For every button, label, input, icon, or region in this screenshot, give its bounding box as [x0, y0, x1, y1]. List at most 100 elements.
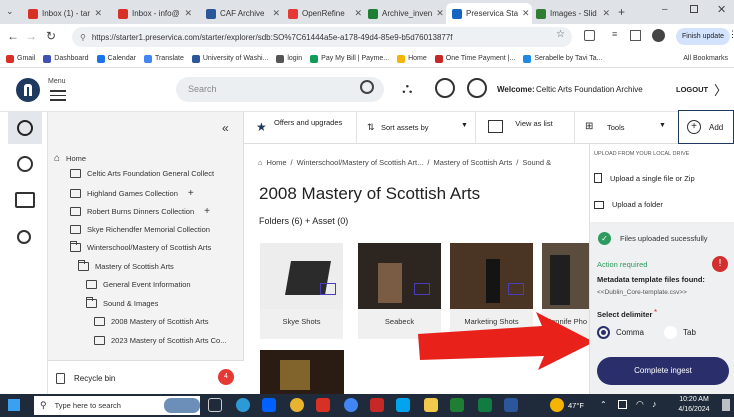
- preservation-icon[interactable]: [17, 156, 33, 172]
- browser-tab[interactable]: Images - Slid ✕: [530, 3, 616, 24]
- notifications-icon[interactable]: [435, 78, 455, 98]
- bookmark-item[interactable]: Translate: [143, 54, 184, 63]
- excel-icon[interactable]: [450, 398, 464, 412]
- bookmark-item[interactable]: login: [276, 54, 302, 63]
- breadcrumb-winterschool[interactable]: Winterschool/Mastery of Scottish Art...: [297, 158, 424, 167]
- folder-tile[interactable]: Skye Shots: [260, 243, 343, 339]
- bookmark-star-icon[interactable]: ☆: [556, 29, 565, 40]
- logout-link[interactable]: LOGOUT: [676, 85, 708, 94]
- tree-item[interactable]: Skye Richendfer Memorial Collection: [70, 224, 210, 234]
- monitor-icon[interactable]: [15, 192, 35, 208]
- upload-single-file-button[interactable]: Upload a single file or Zip: [594, 173, 695, 183]
- users-network-icon[interactable]: ⛬: [402, 80, 413, 97]
- edge-icon[interactable]: [236, 398, 250, 412]
- tree-item[interactable]: Mastery of Scottish Arts: [78, 259, 174, 271]
- all-bookmarks-button[interactable]: All Bookmarks: [683, 55, 734, 62]
- window-close-button[interactable]: ✕: [717, 3, 726, 16]
- extension-icon[interactable]: [584, 30, 595, 41]
- search-bar[interactable]: Search: [176, 77, 384, 102]
- folder-tile-partial[interactable]: [260, 350, 344, 394]
- minimize-button[interactable]: –: [662, 4, 668, 15]
- browser-tab[interactable]: Archive_inven ✕: [362, 3, 448, 24]
- search-icon[interactable]: [360, 80, 374, 94]
- collapse-panel-icon[interactable]: «: [222, 121, 229, 135]
- chrome-profile-icon[interactable]: [344, 398, 358, 412]
- url-field[interactable]: ⚲ https://starter1.preservica.com/starte…: [72, 27, 572, 47]
- preservica-logo-icon[interactable]: [16, 78, 40, 102]
- tree-item[interactable]: Sound & Images: [86, 296, 158, 308]
- volume-icon[interactable]: ♪: [652, 399, 657, 409]
- tree-item[interactable]: Celtic Arts Foundation General Collect: [70, 169, 214, 178]
- tray-chevron-icon[interactable]: ⌃: [600, 400, 607, 409]
- delimiter-comma-radio[interactable]: Comma: [597, 326, 644, 339]
- browser-tab[interactable]: Inbox (1) - tar ✕: [22, 3, 108, 24]
- dropbox-icon[interactable]: [262, 398, 276, 412]
- expand-plus-icon[interactable]: +: [188, 188, 194, 199]
- word-icon[interactable]: [504, 398, 518, 412]
- back-icon[interactable]: ←: [4, 29, 22, 43]
- logout-chevron-icon[interactable]: 〉: [714, 80, 727, 99]
- weather-icon[interactable]: [550, 398, 564, 412]
- upload-folder-button[interactable]: Upload a folder: [594, 200, 663, 209]
- expand-plus-icon[interactable]: +: [204, 206, 210, 217]
- view-as-list-button[interactable]: View as list: [484, 116, 564, 140]
- reading-list-icon[interactable]: ≡: [612, 29, 617, 39]
- browser-tab[interactable]: OpenRefine ✕: [282, 3, 368, 24]
- tab-close-icon[interactable]: ✕: [436, 8, 444, 19]
- user-avatar-icon[interactable]: [467, 78, 487, 98]
- tab-close-icon[interactable]: ✕: [272, 8, 280, 19]
- task-view-icon[interactable]: [208, 398, 222, 412]
- tab-list-chevron-icon[interactable]: ⌄: [6, 6, 14, 17]
- explorer-rail-button[interactable]: [8, 112, 42, 144]
- browser-tab[interactable]: CAF Archive ✕: [200, 3, 286, 24]
- forward-icon[interactable]: →: [22, 29, 40, 43]
- tab-close-icon[interactable]: ✕: [354, 8, 362, 19]
- chrome-icon[interactable]: [290, 398, 304, 412]
- notification-icon[interactable]: [722, 399, 730, 411]
- tab-close-icon[interactable]: ✕: [184, 8, 192, 19]
- maximize-button[interactable]: [690, 5, 698, 13]
- excel-file-icon[interactable]: [478, 398, 492, 412]
- tab-close-icon[interactable]: ✕: [602, 8, 610, 19]
- breadcrumb-mastery[interactable]: Mastery of Scottish Arts: [433, 158, 512, 167]
- bookmark-item[interactable]: One Time Payment |...: [434, 54, 515, 63]
- file-explorer-icon[interactable]: [424, 398, 438, 412]
- tree-item[interactable]: Highland Games Collection +: [70, 188, 194, 199]
- bookmark-item[interactable]: Home: [397, 54, 427, 63]
- bookmark-item[interactable]: Gmail: [6, 54, 35, 63]
- recycle-bin-row[interactable]: Recycle bin 4: [48, 360, 244, 394]
- tree-item[interactable]: General Event Information: [86, 280, 191, 289]
- bookmark-item[interactable]: Pay My Bill | Payme...: [310, 54, 389, 63]
- tree-home[interactable]: ⌂ Home: [54, 153, 86, 164]
- network-icon[interactable]: ◠: [636, 399, 644, 410]
- tray-app-icon[interactable]: [618, 400, 627, 409]
- offers-button[interactable]: ★ Offers and upgrades: [252, 116, 352, 140]
- bookmark-item[interactable]: Calendar: [96, 54, 136, 63]
- breadcrumb-home[interactable]: Home: [267, 158, 287, 167]
- search-rail-icon[interactable]: [17, 230, 31, 244]
- tree-item[interactable]: Robert Burns Dinners Collection +: [70, 206, 210, 217]
- browser-tab[interactable]: Inbox - info@ ✕: [112, 3, 198, 24]
- taskbar-search-box[interactable]: ⚲ Type here to search: [34, 396, 200, 415]
- browser-menu-icon[interactable]: ⋮: [728, 29, 734, 40]
- complete-ingest-button[interactable]: Complete ingest: [597, 357, 729, 385]
- sort-dropdown[interactable]: ⇅ Sort assets by ▼: [356, 112, 476, 144]
- tab-close-icon[interactable]: ✕: [522, 8, 530, 19]
- tab-close-icon[interactable]: ✕: [94, 8, 102, 19]
- site-info-icon[interactable]: ⚲: [80, 33, 86, 42]
- hamburger-menu-icon[interactable]: [50, 90, 66, 101]
- add-button[interactable]: + Add: [678, 110, 734, 144]
- profile-avatar[interactable]: [652, 29, 665, 42]
- store-icon[interactable]: [396, 398, 410, 412]
- media-icon[interactable]: [316, 398, 330, 412]
- new-tab-button[interactable]: +: [618, 5, 625, 19]
- tree-item[interactable]: Winterschool/Mastery of Scottish Arts: [70, 241, 211, 252]
- windows-start-icon[interactable]: [8, 399, 20, 411]
- finish-update-button[interactable]: Finish update: [676, 28, 731, 45]
- bookmark-item[interactable]: Dashboard: [43, 54, 89, 63]
- bookmark-item[interactable]: University of Washi...: [191, 54, 268, 63]
- search-input[interactable]: Search: [188, 84, 217, 94]
- delimiter-tab-radio[interactable]: Tab: [664, 326, 696, 339]
- tree-item[interactable]: 2008 Mastery of Scottish Arts: [94, 317, 209, 326]
- sidepanel-icon[interactable]: [630, 30, 641, 41]
